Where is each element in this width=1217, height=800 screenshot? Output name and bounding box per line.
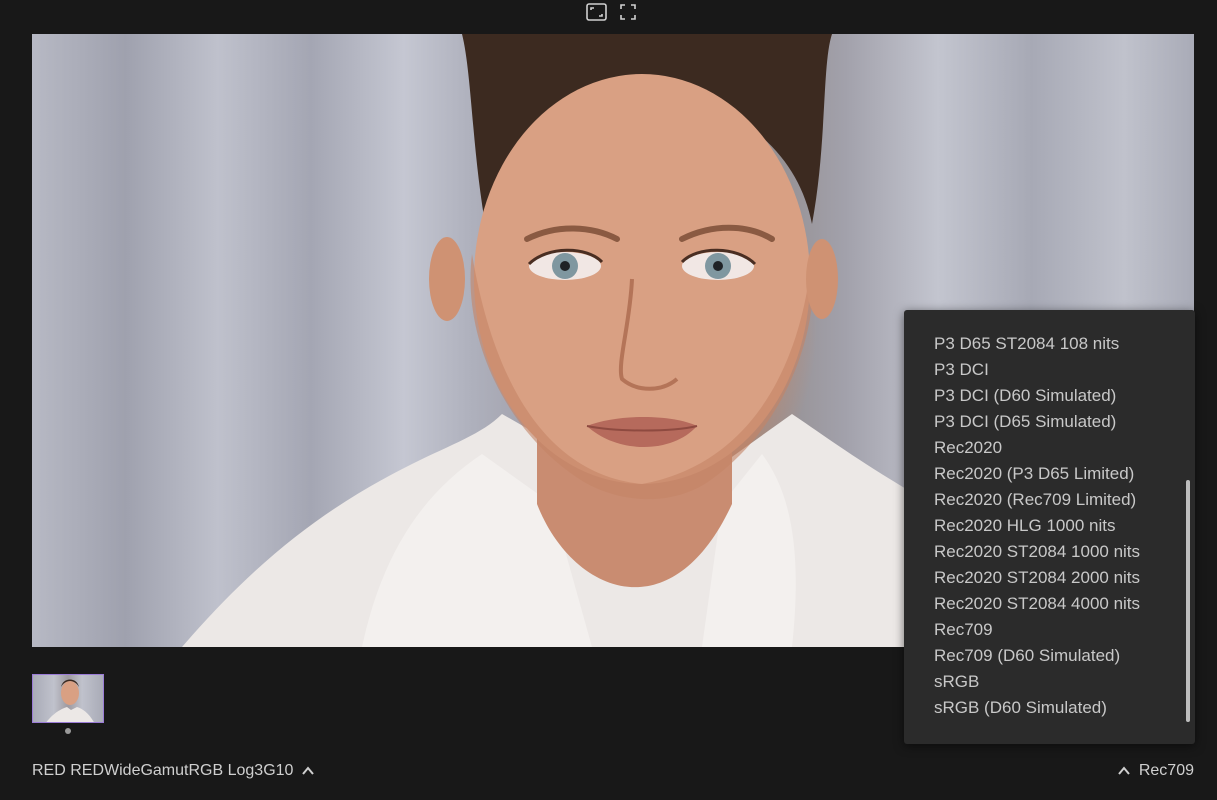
dropdown-option[interactable]: sRGB bbox=[904, 669, 1184, 695]
fit-frame-button[interactable] bbox=[585, 2, 607, 22]
output-colorspace-selector[interactable]: Rec709 bbox=[1117, 760, 1194, 782]
fullscreen-icon bbox=[620, 4, 636, 20]
dropdown-scrollbar[interactable] bbox=[1186, 480, 1190, 722]
dropdown-option[interactable]: P3 DCI (D60 Simulated) bbox=[904, 383, 1184, 409]
dropdown-option[interactable]: Rec2020 (P3 D65 Limited) bbox=[904, 461, 1184, 487]
dropdown-option[interactable]: P3 DCI (D65 Simulated) bbox=[904, 409, 1184, 435]
dropdown-option[interactable]: Rec709 (D60 Simulated) bbox=[904, 643, 1184, 669]
thumbnail-image bbox=[46, 679, 94, 722]
output-colorspace-label: Rec709 bbox=[1138, 762, 1194, 779]
dropdown-option[interactable]: Rec709 bbox=[904, 617, 1184, 643]
dropdown-option[interactable]: Rec2020 (Rec709 Limited) bbox=[904, 487, 1184, 513]
dropdown-option[interactable]: P3 DCI bbox=[904, 357, 1184, 383]
output-colorspace-dropdown[interactable]: P3 D65 ST2084 108 nits P3 DCI P3 DCI (D6… bbox=[904, 310, 1195, 744]
viewer-toolbar bbox=[585, 0, 639, 24]
dropdown-option[interactable]: Rec2020 HLG 1000 nits bbox=[904, 513, 1184, 539]
thumbnail-indicator-dot bbox=[65, 728, 71, 734]
chevron-up-icon bbox=[1118, 766, 1130, 775]
dropdown-option[interactable]: P3 D65 ST2084 108 nits bbox=[904, 331, 1184, 357]
chevron-up-icon bbox=[302, 766, 315, 775]
dropdown-option[interactable]: Rec2020 ST2084 1000 nits bbox=[904, 539, 1184, 565]
colorspace-options-list: P3 D65 ST2084 108 nits P3 DCI P3 DCI (D6… bbox=[904, 331, 1184, 721]
clip-thumbnail[interactable] bbox=[32, 674, 104, 723]
dropdown-option[interactable]: Rec2020 ST2084 2000 nits bbox=[904, 565, 1184, 591]
dropdown-option[interactable]: sRGB (D60 Simulated) bbox=[904, 695, 1184, 721]
dropdown-option[interactable]: Rec2020 bbox=[904, 435, 1184, 461]
source-colorspace-selector[interactable]: RED REDWideGamutRGB Log3G10 bbox=[32, 760, 315, 782]
dropdown-option[interactable]: Rec2020 ST2084 4000 nits bbox=[904, 591, 1184, 617]
source-colorspace-label: RED REDWideGamutRGB Log3G10 bbox=[32, 762, 294, 779]
fullscreen-button[interactable] bbox=[617, 2, 639, 22]
fit-frame-icon bbox=[585, 3, 607, 21]
